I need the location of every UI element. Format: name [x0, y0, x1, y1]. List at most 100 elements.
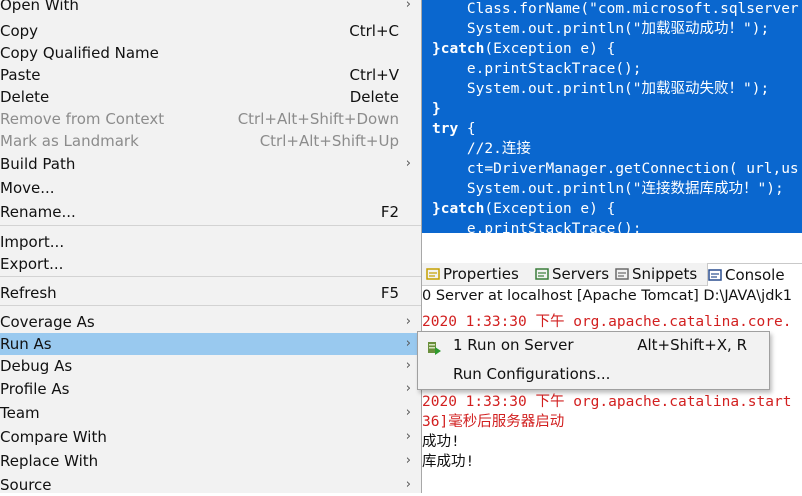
console-line: 成功!: [422, 434, 460, 450]
menu-item-open-with[interactable]: Open With ›: [0, 0, 421, 16]
menu-item-paste[interactable]: Paste Ctrl+V: [0, 64, 421, 86]
menu-item-label: Team: [0, 404, 40, 422]
code-text: ct=DriverManager.getConnection( url,us: [466, 161, 799, 177]
tab-snippets[interactable]: Snippets: [615, 263, 697, 285]
chevron-right-icon: ›: [405, 381, 411, 396]
code-line: ct=DriverManager.getConnection( url,us: [432, 159, 799, 179]
menu-item-shortcut: Ctrl+V: [349, 66, 399, 84]
menu-item-shortcut: F5: [380, 284, 399, 302]
menu-item-copy[interactable]: Copy Ctrl+C: [0, 20, 421, 42]
menu-item-shortcut: Delete: [349, 88, 399, 106]
menu-item-import[interactable]: Import...: [0, 231, 421, 253]
menu-item-coverage-as[interactable]: Coverage As ›: [0, 311, 421, 333]
code-line: //2.连接: [432, 139, 531, 159]
menu-item-label: Import...: [0, 233, 65, 251]
code-editor[interactable]: Class.forName("com.microsoft.sqlserver S…: [422, 0, 802, 233]
menu-item-profile-as[interactable]: Profile As ›: [0, 378, 421, 400]
submenu-item-label: Run Configurations...: [453, 365, 611, 383]
console-line: 库成功!: [422, 454, 475, 470]
code-line: e.printStackTrace();: [432, 219, 642, 233]
menu-item-shortcut: Ctrl+C: [349, 22, 399, 40]
code-line: Class.forName("com.microsoft.sqlserver: [432, 0, 799, 19]
run-as-submenu: 1 Run on Server Alt+Shift+X, R Run Configu…: [417, 331, 770, 390]
menu-item-move[interactable]: Move...: [0, 177, 421, 199]
menu-item-team[interactable]: Team ›: [0, 402, 421, 424]
code-text: //2.连接: [466, 141, 531, 157]
menu-item-delete[interactable]: Delete Delete: [0, 86, 421, 108]
menu-item-compare-with[interactable]: Compare With ›: [0, 426, 421, 448]
menu-item-shortcut: Ctrl+Alt+Shift+Down: [237, 110, 399, 128]
run-on-server-icon: [427, 338, 441, 355]
tab-properties[interactable]: Properties: [426, 263, 519, 285]
tab-console[interactable]: Console: [707, 263, 802, 286]
menu-item-shortcut: F2: [380, 203, 399, 221]
menu-separator: [0, 305, 421, 306]
menu-item-copy-qualified-name[interactable]: Copy Qualified Name: [0, 42, 421, 64]
chevron-right-icon: ›: [405, 453, 411, 468]
menu-item-label: Debug As: [0, 357, 73, 375]
menu-item-label: Refresh: [0, 284, 57, 302]
menu-item-build-path[interactable]: Build Path ›: [0, 153, 421, 175]
chevron-right-icon: ›: [405, 314, 411, 329]
menu-item-label: Coverage As: [0, 313, 95, 331]
menu-item-debug-as[interactable]: Debug As ›: [0, 355, 421, 377]
tab-servers[interactable]: Servers: [535, 263, 609, 285]
tab-label: Snippets: [632, 265, 698, 283]
menu-item-label: Copy: [0, 22, 39, 40]
code-keyword: }catch: [432, 201, 485, 217]
menu-separator: [0, 225, 421, 226]
menu-item-mark-as-landmark: Mark as Landmark Ctrl+Alt+Shift+Up: [0, 130, 421, 152]
menu-item-label: Profile As: [0, 380, 70, 398]
menu-item-rename[interactable]: Rename... F2: [0, 201, 421, 223]
code-line: e.printStackTrace();: [432, 59, 642, 79]
menu-item-label: Move...: [0, 179, 55, 197]
menu-item-remove-from-context: Remove from Context Ctrl+Alt+Shift+Down: [0, 108, 421, 130]
code-line: }: [432, 99, 441, 119]
chevron-right-icon: ›: [405, 358, 411, 373]
menu-item-label: Replace With: [0, 452, 99, 470]
menu-item-label: Open With: [0, 0, 79, 14]
console-line: 36]毫秒后服务器启动: [422, 414, 565, 430]
code-line: }catch(Exception e) {: [432, 199, 615, 219]
submenu-item-1-run-on-server[interactable]: 1 Run on Server Alt+Shift+X, R: [418, 333, 769, 357]
menu-item-export[interactable]: Export...: [0, 253, 421, 275]
code-text: e.printStackTrace();: [466, 221, 642, 233]
menu-item-label: Delete: [0, 88, 50, 106]
menu-item-label: Copy Qualified Name: [0, 44, 159, 62]
chevron-right-icon: ›: [405, 336, 411, 351]
menu-separator: [0, 276, 421, 277]
chevron-right-icon: ›: [405, 405, 411, 420]
chevron-right-icon: ›: [405, 429, 411, 444]
chevron-right-icon: ›: [405, 0, 411, 12]
menu-item-label: Paste: [0, 66, 41, 84]
code-text: System.out.println("连接数据库成功！");: [466, 181, 784, 197]
menu-item-replace-with[interactable]: Replace With ›: [0, 450, 421, 472]
code-line: System.out.println("加载驱动成功！");: [432, 19, 769, 39]
tab-label: Console: [725, 266, 785, 284]
code-text: e.printStackTrace();: [466, 61, 642, 77]
code-text: System.out.println("加载驱动成功！");: [466, 21, 770, 37]
context-menu: Open With › Copy Ctrl+C Copy Qualified Name P…: [0, 0, 422, 494]
menu-item-label: Rename...: [0, 203, 76, 221]
code-keyword: }catch: [432, 41, 485, 57]
view-tab-bar: Properties Servers Snippets Console: [422, 263, 802, 286]
properties-icon: [426, 267, 440, 281]
menu-item-label: Mark as Landmark: [0, 132, 139, 150]
code-text: System.out.println("加载驱动失败！");: [466, 81, 770, 97]
submenu-item-run-configurations[interactable]: Run Configurations...: [418, 362, 769, 386]
tab-label: Servers: [552, 265, 610, 283]
code-keyword: }: [432, 101, 441, 117]
menu-item-run-as[interactable]: Run As ›: [0, 333, 421, 355]
menu-item-refresh[interactable]: Refresh F5: [0, 282, 421, 304]
submenu-item-shortcut: Alt+Shift+X, R: [637, 336, 747, 354]
code-line: System.out.println("连接数据库成功！");: [432, 179, 784, 199]
code-line: System.out.println("加载驱动失败！");: [432, 79, 769, 99]
chevron-right-icon: ›: [405, 156, 411, 171]
menu-item-label: Export...: [0, 255, 64, 273]
